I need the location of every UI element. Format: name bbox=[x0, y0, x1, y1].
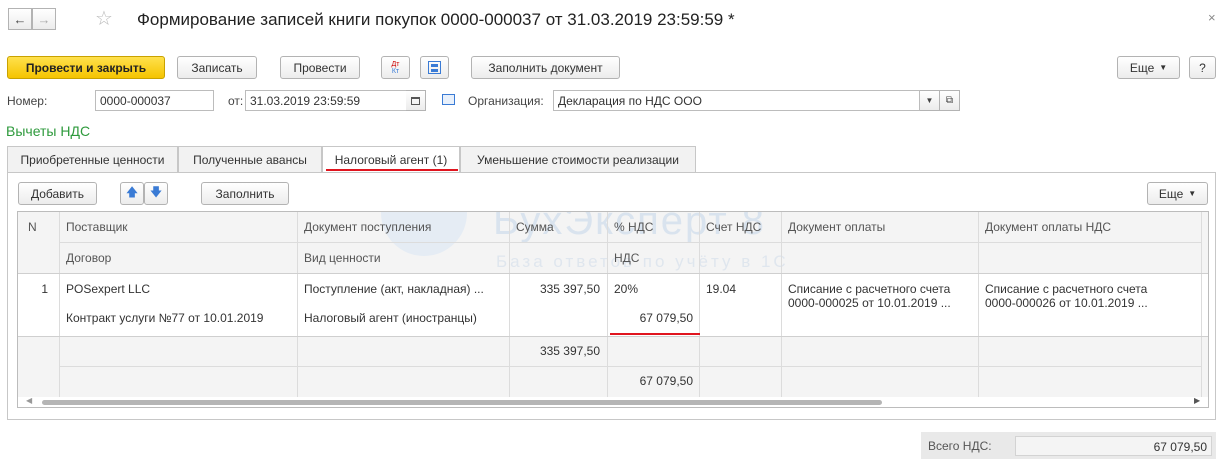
arrow-right-icon: → bbox=[37, 11, 51, 27]
tab-received-advances[interactable]: Полученные авансы bbox=[178, 146, 322, 172]
column-header-asset-type[interactable]: Вид ценности bbox=[298, 251, 387, 265]
structure-button[interactable] bbox=[420, 56, 449, 79]
arrow-down-icon: 🡇 bbox=[149, 185, 163, 199]
grid-divider bbox=[18, 273, 1208, 274]
column-header-vat-payment-doc[interactable]: Документ оплаты НДС bbox=[979, 220, 1117, 234]
organization-open-button[interactable]: ⧉ bbox=[940, 90, 960, 111]
grid-divider bbox=[59, 212, 60, 397]
tax-agent-table: БухЭксперт 8 База ответов по учёту в 1С … bbox=[17, 211, 1209, 408]
column-header-receipt-doc[interactable]: Документ поступления bbox=[298, 220, 437, 234]
section-title: Вычеты НДС bbox=[6, 123, 91, 139]
window-title: Формирование записей книги покупок 0000-… bbox=[137, 10, 735, 29]
grid-divider bbox=[59, 366, 1201, 367]
help-button[interactable]: ? bbox=[1189, 56, 1216, 79]
grid-divider bbox=[59, 242, 1201, 243]
scroll-left-icon[interactable]: ◀ bbox=[26, 396, 32, 405]
vat-highlight-underline bbox=[610, 333, 700, 335]
scroll-right-icon[interactable]: ▶ bbox=[1194, 396, 1200, 405]
date-field[interactable]: 31.03.2019 23:59:59 bbox=[245, 90, 407, 111]
organization-label: Организация: bbox=[468, 94, 544, 108]
cell-vat-rate[interactable]: 20% bbox=[608, 282, 644, 296]
close-icon[interactable]: × bbox=[1208, 10, 1216, 25]
total-vat-label: Всего НДС: bbox=[928, 439, 992, 453]
grid-divider bbox=[1201, 212, 1202, 397]
total-vat-value: 67 079,50 bbox=[1015, 436, 1212, 456]
horizontal-scrollbar[interactable]: ◀ ▶ bbox=[18, 396, 1208, 407]
cell-supplier[interactable]: POSexpert LLC bbox=[60, 282, 156, 296]
total-vat: 67 079,50 bbox=[639, 374, 693, 388]
tab-sales-cost-reduction[interactable]: Уменьшение стоимости реализации bbox=[460, 146, 696, 172]
back-button[interactable]: ← bbox=[8, 8, 32, 30]
number-label: Номер: bbox=[7, 94, 48, 108]
organization-dropdown-button[interactable]: ▼ bbox=[920, 90, 940, 111]
cell-contract[interactable]: Контракт услуги №77 от 10.01.2019 bbox=[60, 311, 269, 325]
cell-vat-account[interactable]: 19.04 bbox=[700, 282, 742, 296]
move-down-button[interactable]: 🡇 bbox=[144, 182, 168, 205]
grid-divider bbox=[699, 212, 700, 397]
dt-kt-button[interactable]: Дт Кт bbox=[381, 56, 410, 79]
document-posted-icon bbox=[442, 94, 455, 105]
cell-vat-payment-doc-line1[interactable]: Списание с расчетного счета bbox=[979, 282, 1201, 296]
cell-vat-payment-doc-line2[interactable]: 0000-000026 от 10.01.2019 ... bbox=[979, 296, 1201, 310]
move-up-button[interactable]: 🡅 bbox=[120, 182, 144, 205]
arrow-up-icon: 🡅 bbox=[125, 185, 139, 199]
grid-divider bbox=[509, 212, 510, 397]
table-footer bbox=[18, 337, 1208, 397]
column-header-contract[interactable]: Договор bbox=[60, 251, 117, 265]
tab-acquired-values[interactable]: Приобретенные ценности bbox=[7, 146, 178, 172]
date-label: от: bbox=[228, 94, 244, 108]
grid-divider bbox=[297, 212, 298, 397]
total-amount: 335 397,50 bbox=[539, 344, 600, 358]
cell-payment-doc-line1[interactable]: Списание с расчетного счета bbox=[782, 282, 978, 296]
cell-payment-doc-line2[interactable]: 0000-000025 от 10.01.2019 ... bbox=[782, 296, 978, 310]
add-row-button[interactable]: Добавить bbox=[18, 182, 97, 205]
row-number[interactable]: 1 bbox=[18, 282, 54, 296]
cell-receipt-doc[interactable]: Поступление (акт, накладная) ... bbox=[298, 282, 508, 296]
column-header-vat-account[interactable]: Счет НДС bbox=[700, 220, 767, 234]
column-header-vat-rate[interactable]: % НДС bbox=[608, 220, 659, 234]
save-button[interactable]: Записать bbox=[177, 56, 257, 79]
dropdown-caret-icon: ▼ bbox=[1159, 63, 1168, 72]
active-tab-highlight bbox=[326, 169, 458, 171]
grid-divider bbox=[607, 212, 608, 397]
fill-document-button[interactable]: Заполнить документ bbox=[471, 56, 620, 79]
table-more-button[interactable]: Еще ▼ bbox=[1147, 182, 1208, 205]
favorite-star-icon[interactable]: ☆ bbox=[95, 6, 113, 31]
column-header-vat[interactable]: НДС bbox=[608, 251, 645, 265]
structure-icon bbox=[428, 61, 441, 74]
forward-button[interactable]: → bbox=[32, 8, 56, 30]
open-link-icon: ⧉ bbox=[945, 95, 954, 106]
column-header-n[interactable]: N bbox=[22, 220, 43, 234]
fill-table-button[interactable]: Заполнить bbox=[201, 182, 289, 205]
calendar-button[interactable] bbox=[406, 90, 426, 111]
post-button[interactable]: Провести bbox=[280, 56, 360, 79]
organization-field[interactable]: Декларация по НДС ООО bbox=[553, 90, 920, 111]
dropdown-caret-icon: ▼ bbox=[925, 96, 934, 105]
cell-amount[interactable]: 335 397,50 bbox=[509, 282, 606, 296]
column-header-payment-doc[interactable]: Документ оплаты bbox=[782, 220, 891, 234]
number-field[interactable]: 0000-000037 bbox=[95, 90, 214, 111]
cell-vat[interactable]: 67 079,50 bbox=[607, 311, 699, 325]
calendar-icon bbox=[411, 96, 420, 105]
more-button[interactable]: Еще ▼ bbox=[1117, 56, 1180, 79]
post-and-close-button[interactable]: Провести и закрыть bbox=[7, 56, 165, 79]
cell-asset-type[interactable]: Налоговый агент (иностранцы) bbox=[298, 311, 508, 325]
column-header-supplier[interactable]: Поставщик bbox=[60, 220, 134, 234]
arrow-left-icon: ← bbox=[13, 11, 27, 27]
column-header-amount[interactable]: Сумма bbox=[510, 220, 560, 234]
dt-kt-icon: Дт Кт bbox=[391, 60, 400, 75]
grid-divider bbox=[18, 336, 1208, 337]
scrollbar-thumb[interactable] bbox=[42, 400, 882, 405]
dropdown-caret-icon: ▼ bbox=[1188, 189, 1197, 198]
